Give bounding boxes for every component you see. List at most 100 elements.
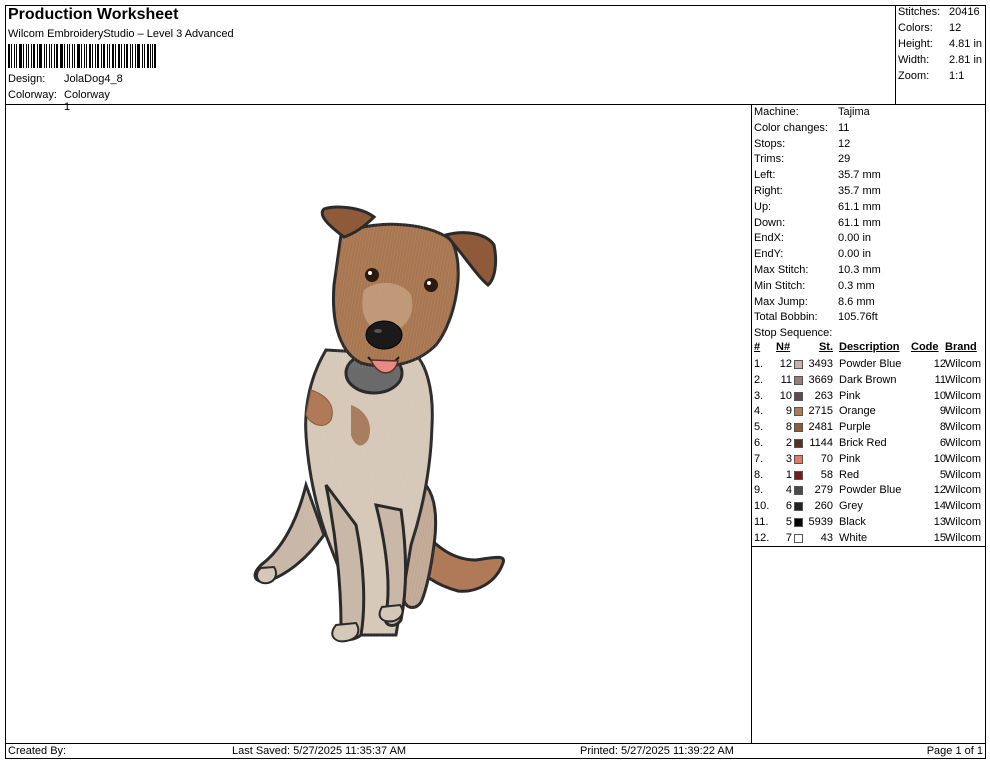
design-value: JolaDog4_8 (64, 73, 123, 85)
cell-brand: Wilcom (945, 358, 982, 370)
stat-stitches: Stitches: 20416 (898, 6, 980, 18)
cell-brand: Wilcom (945, 452, 982, 465)
cell-desc: Powder Blue (839, 358, 902, 370)
info-value: 29 (838, 153, 851, 166)
cell-brand: Wilcom (945, 516, 982, 528)
info-label: Max Jump: (754, 295, 808, 308)
cell-st: 3493 (808, 358, 833, 370)
cell-n: 10 (779, 389, 792, 402)
info-row: Stops: 12 (754, 138, 850, 150)
cell-brand: Wilcom (945, 468, 982, 481)
cell-st: 5939 (808, 516, 833, 528)
info-row: Right: 35.7 mm (754, 185, 881, 197)
cell-st: 260 (814, 500, 833, 513)
info-label: Down: (754, 216, 786, 229)
stat-height: Height: 4.81 in (898, 38, 983, 50)
info-label: Machine: (754, 106, 799, 118)
info-label: Trims: (754, 153, 785, 166)
info-value: 35.7 mm (838, 185, 881, 197)
cell-desc: Black (839, 516, 866, 528)
stat-width: Width: 2.81 in (898, 54, 983, 66)
cell-num: 3. (754, 389, 764, 402)
page-title: Production Worksheet (8, 6, 179, 23)
header: Production Worksheet Wilcom EmbroiderySt… (8, 6, 234, 68)
cell-n: 8 (785, 421, 792, 434)
created-by: Created By: (8, 745, 67, 757)
cell-st: 1144 (809, 437, 833, 449)
info-row: Total Bobbin: 105.76ft (754, 311, 878, 324)
color-swatch (794, 533, 803, 543)
cell-num: 6. (754, 437, 764, 449)
cell-st: 279 (814, 484, 833, 497)
info-row: Color changes: 11 (754, 121, 849, 134)
cell-desc: Powder Blue (839, 484, 902, 497)
footer: Created By: Last Saved: 5/27/2025 11:35:… (6, 744, 985, 758)
cell-desc: White (839, 531, 868, 544)
cell-num: 7. (754, 452, 764, 465)
color-swatch (794, 375, 803, 385)
table-row: 12. 7 43 White 15 Wilcom (752, 532, 986, 548)
design-row: Design: JolaDog4_8 (8, 73, 123, 85)
info-label: Left: (754, 169, 776, 182)
info-value: 0.00 in (838, 232, 872, 245)
info-label: Total Bobbin: (754, 311, 818, 324)
cell-desc: Pink (839, 389, 861, 402)
info-value: 11 (838, 121, 850, 134)
last-saved: Last Saved: 5/27/2025 11:35:37 AM (232, 745, 407, 757)
color-swatch (794, 439, 803, 448)
info-row: Left: 35.7 mm (754, 169, 881, 182)
cell-n: 12 (779, 358, 792, 370)
cell-desc: Purple (839, 421, 871, 434)
info-label: Max Stitch: (754, 264, 809, 276)
cell-desc: Dark Brown (839, 373, 897, 386)
info-row: Up: 61.1 mm (754, 201, 881, 213)
color-swatch (794, 360, 803, 369)
info-label: Min Stitch: (754, 279, 806, 292)
info-value: 8.6 mm (838, 295, 875, 308)
info-row: EndX: 0.00 in (754, 232, 871, 244)
cell-n: 4 (785, 484, 792, 497)
cell-desc: Red (839, 468, 860, 481)
cell-num: 1. (754, 358, 764, 370)
cell-n: 6 (785, 500, 792, 513)
table-row: 11. 5 5939 Black 13 Wilcom (752, 516, 986, 532)
cell-brand: Wilcom (945, 389, 982, 402)
cell-num: 8. (754, 468, 764, 481)
stop-sequence-title: Stop Sequence: (754, 327, 833, 339)
cell-st: 43 (820, 531, 833, 544)
table-row: 8. 1 58 Red 5 Wilcom (752, 469, 986, 485)
cell-num: 4. (754, 405, 764, 418)
info-value: 61.1 mm (838, 200, 881, 213)
design-preview (6, 105, 751, 743)
cell-num: 12. (754, 531, 770, 544)
cell-st: 58 (820, 468, 833, 481)
cell-n: 5 (785, 516, 792, 528)
cell-desc: Grey (839, 500, 863, 513)
color-swatch (794, 454, 803, 464)
colorway-row: Colorway: Colorway 1 (8, 89, 110, 113)
cell-desc: Brick Red (839, 437, 887, 449)
color-swatch (794, 518, 803, 527)
cell-st: 2481 (808, 421, 833, 434)
info-label: EndY: (754, 248, 784, 261)
cell-st: 70 (820, 452, 833, 465)
table-row: 4. 9 2715 Orange 9 Wilcom (752, 405, 986, 421)
stat-zoom: Zoom: 1:1 (898, 70, 965, 82)
cell-n: 9 (785, 405, 792, 418)
table-row: 10. 6 260 Grey 14 Wilcom (752, 500, 986, 516)
table-row: 6. 2 1144 Brick Red 6 Wilcom (752, 437, 986, 453)
info-row: Machine: Tajima (754, 106, 870, 118)
color-swatch (794, 423, 803, 433)
page-number: Page 1 of 1 (926, 745, 983, 757)
cell-desc: Pink (839, 452, 861, 465)
info-row: Max Stitch: 10.3 mm (754, 264, 881, 276)
table-header: # N# St. Description Code Brand (754, 341, 977, 353)
info-value: 0.3 mm (838, 279, 875, 292)
cell-n: 3 (785, 452, 792, 465)
info-value: 0.00 in (838, 248, 872, 261)
stat-colors: Colors: 12 (898, 22, 962, 34)
cell-brand: Wilcom (945, 405, 982, 418)
info-row: Trims: 29 (754, 153, 850, 166)
info-label: Color changes: (754, 121, 828, 134)
table-row: 2. 11 3669 Dark Brown 11 Wilcom (752, 374, 986, 390)
